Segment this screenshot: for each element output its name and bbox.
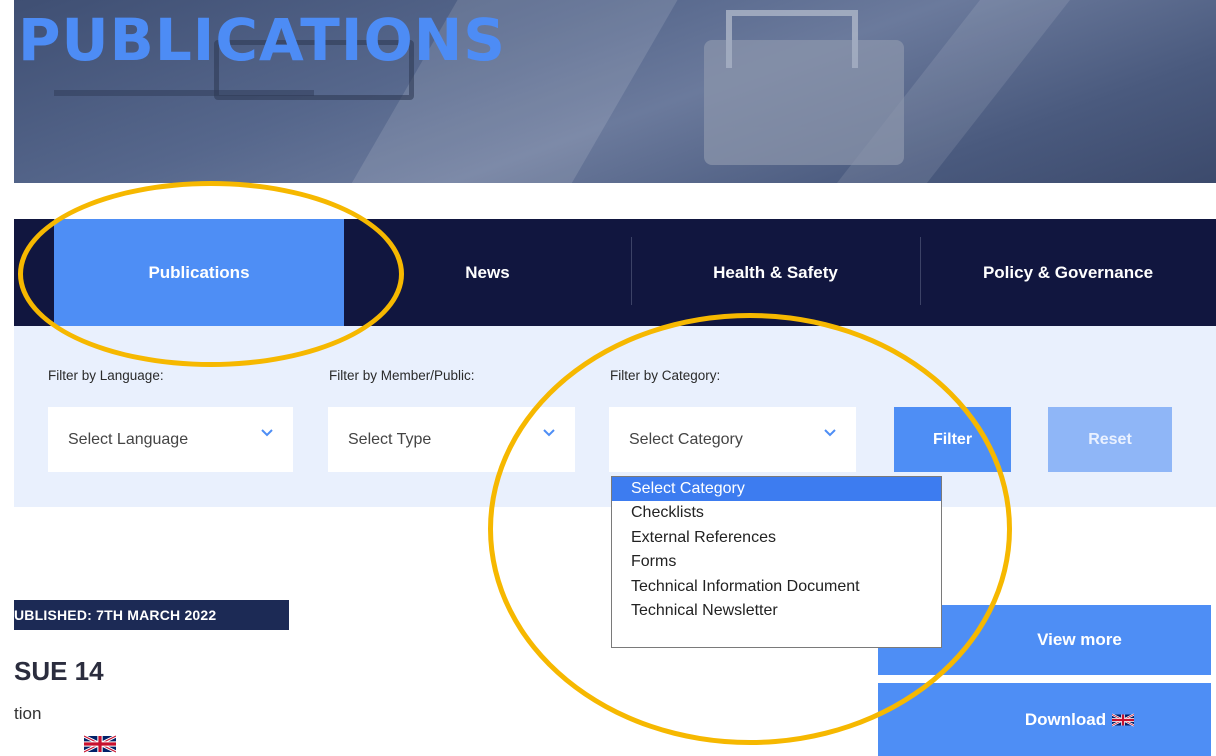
tab-publications[interactable]: Publications xyxy=(54,219,344,326)
page: PUBLICATIONS Publications News Health & … xyxy=(0,0,1216,756)
category-option[interactable]: Forms xyxy=(612,550,941,574)
category-option[interactable]: External References xyxy=(612,526,941,550)
view-more-label: View more xyxy=(1037,630,1122,649)
download-button[interactable]: Download xyxy=(878,683,1211,756)
tab-label: Policy & Governance xyxy=(982,262,1154,282)
download-label: Download xyxy=(1024,709,1107,729)
tab-label: Health & Safety xyxy=(713,262,838,282)
uk-flag-icon xyxy=(1112,713,1135,727)
category-option[interactable]: Technical Newsletter xyxy=(612,599,941,623)
publication-title: SUE 14 xyxy=(14,656,104,686)
section-tabs: Publications News Health & Safety Policy… xyxy=(14,219,1216,326)
chevron-down-icon xyxy=(261,429,273,441)
category-option[interactable]: Checklists xyxy=(612,501,941,525)
published-date-badge: UBLISHED: 7TH MARCH 2022 xyxy=(14,600,289,630)
tab-divider xyxy=(920,237,921,305)
publication-description: tion xyxy=(14,704,42,723)
tab-health-safety[interactable]: Health & Safety xyxy=(631,219,920,326)
page-title: PUBLICATIONS xyxy=(18,6,507,74)
tab-label: Publications xyxy=(148,262,250,282)
category-option[interactable]: Select Category xyxy=(612,477,941,502)
chevron-down-icon xyxy=(543,429,555,441)
tab-news[interactable]: News xyxy=(344,219,631,326)
type-select[interactable]: Select Type xyxy=(328,407,575,472)
tab-divider xyxy=(631,237,632,305)
type-select-value: Select Type xyxy=(348,430,432,448)
left-edge xyxy=(0,183,14,756)
language-select[interactable]: Select Language xyxy=(48,407,293,472)
language-filter-label: Filter by Language: xyxy=(48,368,164,383)
category-select[interactable]: Select Category xyxy=(609,407,856,472)
category-select-value: Select Category xyxy=(629,430,743,448)
filter-button[interactable]: Filter xyxy=(894,407,1011,472)
hero-vehicle-shape xyxy=(704,10,904,165)
language-select-value: Select Language xyxy=(68,430,189,448)
category-filter-label: Filter by Category: xyxy=(610,368,721,383)
type-filter-label: Filter by Member/Public: xyxy=(329,368,475,383)
uk-flag-icon xyxy=(84,734,116,754)
hero-banner: PUBLICATIONS xyxy=(14,0,1216,183)
tab-spacer xyxy=(14,219,54,326)
reset-button[interactable]: Reset xyxy=(1048,407,1172,472)
tab-policy-governance[interactable]: Policy & Governance xyxy=(920,219,1216,326)
tab-label: News xyxy=(465,262,510,282)
category-dropdown-list[interactable]: Select Category Checklists External Refe… xyxy=(611,476,942,648)
chevron-down-icon xyxy=(824,429,836,441)
category-option[interactable]: Technical Information Document xyxy=(612,575,941,599)
